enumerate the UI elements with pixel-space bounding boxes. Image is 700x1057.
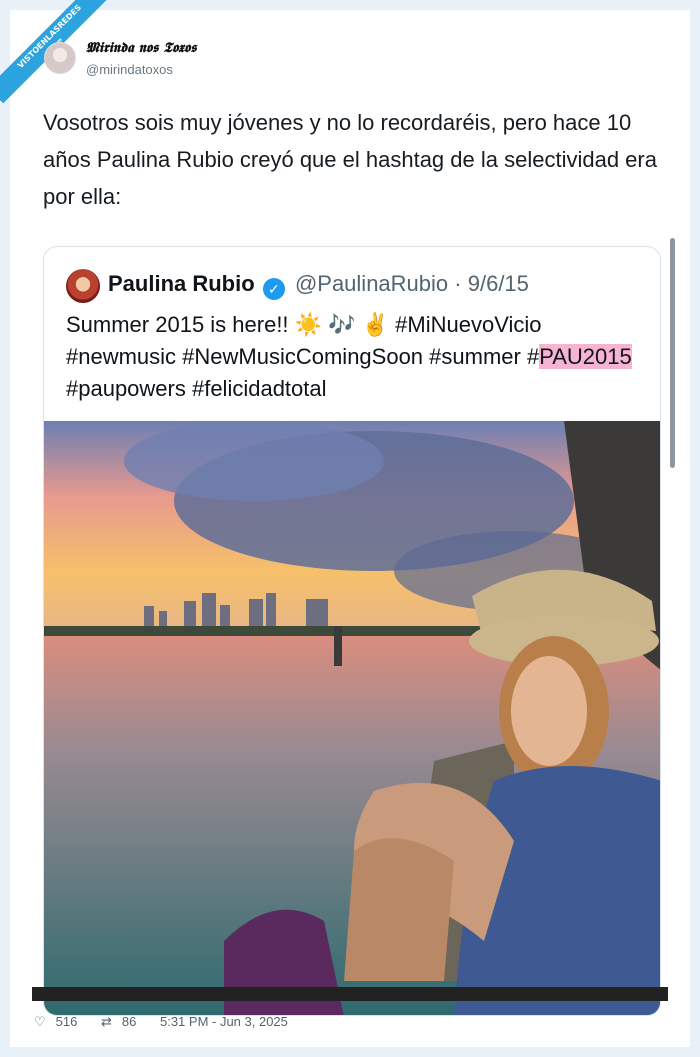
quoted-text-after: #paupowers #felicidadtotal xyxy=(66,376,327,401)
tweet-text: Vosotros sois muy jóvenes y no lo record… xyxy=(43,110,657,209)
quoted-tweet[interactable]: Paulina Rubio ✓ @PaulinaRubio · 9/6/15 S… xyxy=(43,246,661,1016)
quoted-photo[interactable] xyxy=(44,421,660,1015)
verified-badge-icon: ✓ xyxy=(262,278,285,300)
retweet-count: 86 xyxy=(121,1014,137,1029)
quoted-text-before: Summer 2015 is here!! ☀️ 🎶 ✌️ #MiNuevoVi… xyxy=(66,312,542,369)
author-name[interactable]: 𝕸𝖎𝖗𝖎𝖓𝖉𝖆 𝖓𝖔𝖘 𝕿𝖔𝖝𝖔𝖘 xyxy=(86,40,197,56)
quoted-highlight: PAU2015 xyxy=(539,344,632,369)
horizontal-scrollbar[interactable] xyxy=(32,987,668,1001)
like-count: 516 xyxy=(55,1014,78,1029)
like-button[interactable]: ♡ 516 xyxy=(34,1014,87,1029)
quoted-text: Summer 2015 is here!! ☀️ 🎶 ✌️ #MiNuevoVi… xyxy=(66,309,656,405)
retweet-icon: ⇄ xyxy=(100,1014,112,1029)
vertical-scrollbar[interactable] xyxy=(670,238,675,468)
timestamp[interactable]: 5:31 PM - Jun 3, 2025 xyxy=(160,1014,288,1029)
quoted-name[interactable]: Paulina Rubio xyxy=(108,271,255,296)
tweet-card: VISTOENLASREDES .com 𝕸𝖎𝖗𝖎𝖓𝖉𝖆 𝖓𝖔𝖘 𝕿𝖔𝖝𝖔𝖘 @… xyxy=(0,0,690,1047)
quoted-date[interactable]: 9/6/15 xyxy=(468,271,529,296)
quoted-handle[interactable]: @PaulinaRubio xyxy=(295,271,448,296)
quoted-separator: · xyxy=(454,271,462,296)
quoted-header: Paulina Rubio ✓ @PaulinaRubio · 9/6/15 xyxy=(108,271,529,300)
tweet-footer: ♡ 516 ⇄ 86 5:31 PM - Jun 3, 2025 xyxy=(34,1014,298,1030)
quoted-avatar[interactable] xyxy=(66,269,100,303)
heart-icon: ♡ xyxy=(34,1014,46,1029)
retweet-button[interactable]: ⇄ 86 xyxy=(101,1014,146,1029)
author-handle[interactable]: @mirindatoxos xyxy=(86,62,173,77)
author-avatar[interactable] xyxy=(44,42,76,74)
